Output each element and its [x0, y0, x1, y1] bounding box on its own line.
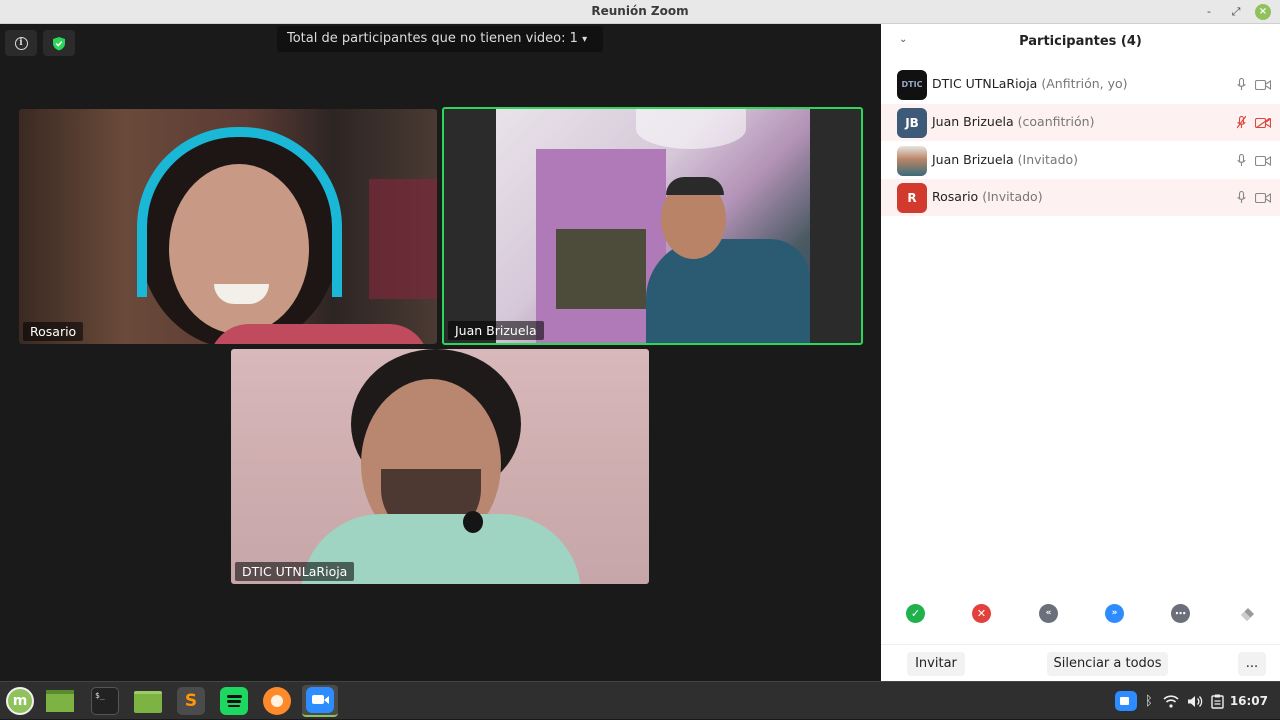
- person-face: [169, 164, 309, 334]
- eraser-icon[interactable]: [1238, 604, 1257, 623]
- person-hair: [666, 177, 724, 195]
- participant-role: (Anfitrión, yo): [1041, 76, 1128, 91]
- zoom-tray-icon[interactable]: [1115, 691, 1137, 711]
- clock[interactable]: 16:07: [1230, 694, 1268, 708]
- participant-role: (Invitado): [982, 189, 1043, 204]
- panel-footer: Invitar Silenciar a todos ...: [881, 644, 1280, 681]
- minimize-button[interactable]: -: [1201, 4, 1217, 20]
- terminal-icon[interactable]: $_: [89, 685, 121, 717]
- show-desktop-icon[interactable]: [44, 685, 76, 717]
- participant-name: Juan Brizuela: [932, 114, 1014, 129]
- video-tile-dtic-utnlarioja[interactable]: DTIC UTNLaRioja: [231, 349, 649, 584]
- microphone-icon[interactable]: [1237, 78, 1246, 91]
- video-camera-icon[interactable]: [1255, 193, 1271, 203]
- video-gallery: i Total de participantes que no tienen v…: [0, 24, 881, 681]
- ceiling-fan: [636, 109, 746, 149]
- no-video-count-text: Total de participantes que no tienen vid…: [287, 31, 578, 46]
- participant-name-tag: Rosario: [23, 322, 84, 341]
- video-background: [369, 179, 437, 299]
- camera-feed: [496, 109, 810, 343]
- participant-role: (Invitado): [1017, 152, 1079, 167]
- participant-row[interactable]: Juan Brizuela (Invitado): [881, 142, 1280, 179]
- system-tray: ᛒ 16:07: [1115, 682, 1268, 720]
- microphone-icon[interactable]: [1237, 191, 1246, 204]
- shield-icon: [53, 36, 65, 50]
- video-tile-rosario[interactable]: Rosario: [19, 109, 437, 344]
- nonverbal-feedback-bar: ✓ ✕ « » ⋯: [881, 602, 1280, 626]
- cross-icon[interactable]: ✕: [972, 604, 991, 623]
- video-tile-juan-brizuela[interactable]: Juan Brizuela: [442, 107, 863, 345]
- participant-row[interactable]: DTIC DTIC UTNLaRioja (Anfitrión, yo): [881, 66, 1280, 103]
- window-titlebar: Reunión Zoom - ⤢ ×: [0, 0, 1280, 24]
- clipboard-icon[interactable]: [1211, 694, 1224, 709]
- mute-all-button[interactable]: Silenciar a todos: [1047, 652, 1168, 676]
- fast-forward-icon[interactable]: »: [1105, 604, 1124, 623]
- close-button[interactable]: ×: [1255, 4, 1271, 20]
- panel-title: Participantes (4): [1019, 34, 1142, 49]
- microphone-icon[interactable]: [1237, 154, 1246, 167]
- taskbar: m $_ S ᛒ 16:07: [0, 681, 1280, 719]
- participant-name-text: DTIC UTNLaRioja (Anfitrión, yo): [932, 76, 1128, 91]
- participant-name-tag: Juan Brizuela: [448, 321, 544, 340]
- more-options-button[interactable]: ...: [1238, 652, 1266, 676]
- video-camera-icon[interactable]: [1255, 80, 1271, 90]
- participant-name: DTIC UTNLaRioja: [932, 76, 1038, 91]
- participant-row[interactable]: R Rosario (Invitado): [881, 179, 1280, 216]
- info-icon: i: [14, 36, 28, 50]
- meeting-info-button[interactable]: i: [5, 30, 37, 56]
- shelf-items: [556, 229, 646, 309]
- person-body: [646, 239, 810, 343]
- no-video-participants-banner[interactable]: Total de participantes que no tienen vid…: [277, 26, 603, 52]
- encryption-button[interactable]: [43, 30, 75, 56]
- maximize-button[interactable]: ⤢: [1228, 4, 1244, 20]
- participant-name: Juan Brizuela: [932, 152, 1014, 167]
- avatar: R: [897, 183, 927, 213]
- avatar: [897, 146, 927, 176]
- participant-name: Rosario: [932, 189, 979, 204]
- avatar: DTIC: [897, 70, 927, 100]
- participant-name-text: Juan Brizuela (coanfitrión): [932, 114, 1094, 129]
- files-icon[interactable]: [132, 685, 164, 717]
- volume-icon[interactable]: [1187, 695, 1203, 708]
- participant-row[interactable]: JB Juan Brizuela (coanfitrión): [881, 104, 1280, 141]
- sublime-text-icon[interactable]: S: [175, 685, 207, 717]
- firefox-icon[interactable]: [261, 685, 293, 717]
- participant-role: (coanfitrión): [1017, 114, 1095, 129]
- participant-name-tag: DTIC UTNLaRioja: [235, 562, 355, 581]
- wifi-icon[interactable]: [1163, 694, 1179, 708]
- chevron-down-icon: ▾: [582, 34, 588, 45]
- check-icon[interactable]: ✓: [906, 604, 925, 623]
- rewind-icon[interactable]: «: [1039, 604, 1058, 623]
- headset-icon: [463, 511, 483, 533]
- bluetooth-icon[interactable]: ᛒ: [1145, 694, 1153, 709]
- microphone-muted-icon[interactable]: [1237, 116, 1246, 129]
- more-icon[interactable]: ⋯: [1171, 604, 1190, 623]
- panel-header: ⌄ Participantes (4): [881, 24, 1280, 60]
- avatar: JB: [897, 108, 927, 138]
- mint-menu-icon[interactable]: m: [4, 685, 36, 717]
- invite-button[interactable]: Invitar: [907, 652, 965, 676]
- video-camera-icon[interactable]: [1255, 156, 1271, 166]
- participants-panel: ⌄ Participantes (4) DTIC DTIC UTNLaRioja…: [881, 24, 1280, 681]
- zoom-icon[interactable]: [302, 685, 338, 717]
- participant-name-text: Rosario (Invitado): [932, 189, 1043, 204]
- window-title: Reunión Zoom: [591, 4, 689, 18]
- video-camera-off-icon[interactable]: [1255, 118, 1271, 128]
- spotify-icon[interactable]: [218, 685, 250, 717]
- person-shirt: [209, 324, 429, 344]
- participant-name-text: Juan Brizuela (Invitado): [932, 152, 1078, 167]
